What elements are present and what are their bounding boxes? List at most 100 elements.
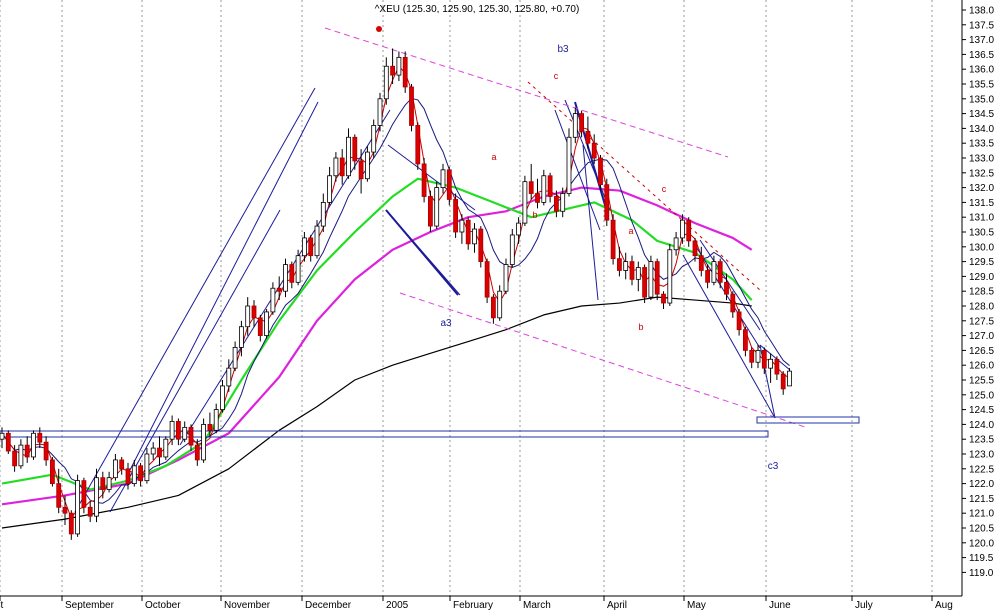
y-tick-label: 120.0 (969, 538, 994, 549)
candle-body (572, 113, 578, 138)
y-tick-label: 133.0 (969, 154, 994, 165)
candle-body (169, 421, 175, 440)
x-tick-label: ust (0, 600, 4, 610)
y-tick-label: 129.0 (969, 272, 994, 283)
y-tick-label: 133.5 (969, 139, 994, 150)
y-tick-label: 134.5 (969, 109, 994, 120)
candle-body (37, 432, 43, 443)
candle-body (50, 459, 55, 485)
wave-label: b (638, 322, 643, 332)
candle-body (352, 136, 358, 162)
candle-body (427, 196, 433, 227)
candle-body (207, 423, 213, 431)
x-tick-label: June (769, 600, 791, 610)
y-tick-label: 125.5 (969, 376, 994, 387)
y-tick-label: 129.5 (969, 257, 994, 268)
candle-body (295, 255, 301, 283)
candle-body (604, 184, 610, 221)
x-tick-label: September (65, 600, 115, 610)
candle-body (509, 234, 515, 265)
wave-label: b3 (557, 44, 569, 55)
candle-body (761, 349, 767, 369)
y-tick-label: 130.5 (969, 228, 994, 239)
candle-body (579, 113, 584, 132)
candle-body (232, 347, 238, 369)
y-tick-label: 121.5 (969, 494, 994, 505)
y-tick-label: 126.5 (969, 346, 994, 357)
candle-body (276, 287, 282, 292)
candle-body (554, 196, 559, 212)
candle-body (163, 438, 169, 458)
y-tick-label: 131.5 (969, 198, 994, 209)
candle-body (5, 432, 11, 452)
candle-body (339, 157, 345, 177)
y-tick-label: 132.0 (969, 183, 994, 194)
candle-body (623, 261, 629, 271)
chart-title: ^XEU (125.30, 125.90, 125.30, 125.80, +0… (375, 4, 580, 15)
candle-body (62, 506, 68, 514)
candle-body (453, 199, 459, 233)
candle-body (692, 240, 698, 257)
candle-body (598, 157, 603, 186)
y-tick-label: 130.0 (969, 242, 994, 253)
y-tick-label: 122.5 (969, 464, 994, 475)
candle-body (661, 293, 666, 304)
candle-body (245, 305, 251, 328)
candle-body (75, 480, 80, 535)
candle-body (484, 261, 490, 298)
y-tick-label: 134.0 (969, 124, 994, 135)
candle-body (314, 225, 320, 257)
peak-marker-dot (376, 26, 382, 32)
x-tick-label: April (607, 600, 627, 610)
candle-body (724, 281, 729, 295)
y-tick-label: 121.0 (969, 509, 994, 520)
candle-body (503, 264, 509, 292)
x-tick-label: July (855, 600, 873, 610)
candle-body (12, 450, 18, 467)
candle-body (547, 175, 553, 197)
candle-body (698, 255, 704, 271)
candle-body (743, 329, 748, 351)
x-tick-label: December (305, 600, 352, 610)
y-tick-label: 138.0 (969, 6, 994, 17)
y-tick-label: 136.5 (969, 50, 994, 61)
x-tick-label: February (453, 600, 493, 610)
candle-body (654, 261, 660, 295)
candle-body (528, 181, 534, 194)
candle-body (755, 349, 761, 363)
candle-body (736, 311, 742, 331)
candle-body (43, 441, 49, 461)
candle-body (459, 219, 465, 233)
candle-body (201, 423, 207, 461)
candle-body (251, 305, 257, 319)
x-tick-label: November (224, 600, 271, 610)
candle-body (238, 326, 244, 348)
y-tick-label: 128.0 (969, 302, 994, 313)
candle-body (0, 432, 5, 440)
candle-body (465, 219, 471, 245)
y-tick-label: 131.0 (969, 213, 994, 224)
y-tick-label: 127.0 (969, 331, 994, 342)
candle-body (522, 181, 528, 224)
candle-body (787, 370, 792, 387)
candle-body (648, 261, 654, 298)
candle-body (629, 261, 635, 280)
candle-body (81, 480, 87, 508)
candle-body (446, 169, 452, 200)
candle-body (617, 258, 622, 271)
candle-body (333, 157, 339, 177)
candle-body (182, 426, 188, 440)
candle-body (421, 163, 427, 197)
candle-body (125, 468, 131, 484)
candle-body (711, 261, 717, 283)
candle-body (131, 465, 137, 484)
y-tick-label: 135.0 (969, 94, 994, 105)
candle-body (24, 444, 30, 458)
candle-body (264, 311, 270, 337)
candle-body (497, 290, 503, 319)
candle-body (226, 367, 232, 387)
candle-body (358, 160, 364, 180)
candle-body (717, 261, 723, 283)
wave-label: a3 (440, 318, 452, 329)
y-tick-label: 123.5 (969, 435, 994, 446)
